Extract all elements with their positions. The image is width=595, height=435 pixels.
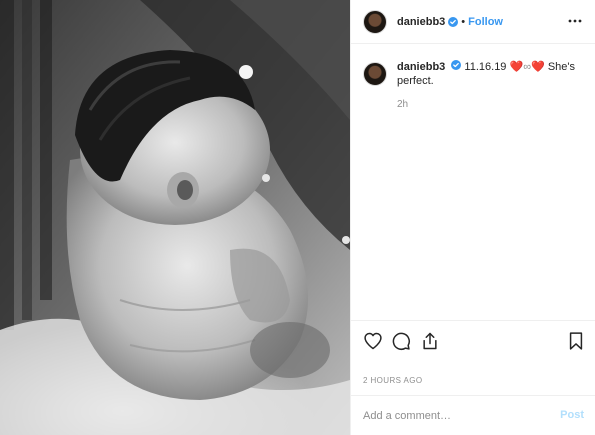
verified-badge-icon	[451, 60, 462, 70]
caption-avatar[interactable]	[363, 62, 387, 86]
instagram-post: daniebb3 • Follow daniebb3 11.16.19 ❤️∞❤…	[0, 0, 595, 435]
author-avatar[interactable]	[363, 9, 387, 34]
post-photo[interactable]	[0, 0, 350, 435]
comment-bubble-icon[interactable]	[391, 331, 411, 351]
author-username[interactable]: daniebb3	[397, 16, 445, 28]
comment-bar: Post	[351, 395, 595, 435]
heart-emoji: ❤️	[531, 61, 545, 73]
post-timestamp[interactable]: 2 HOURS AGO	[363, 376, 423, 385]
follow-button[interactable]: Follow	[468, 16, 503, 28]
post-header: daniebb3 • Follow	[351, 0, 595, 44]
caption-time-ago: 2h	[397, 99, 409, 110]
heart-emoji: ❤️	[509, 61, 524, 73]
post-actions	[351, 320, 595, 358]
comment-input[interactable]	[363, 409, 543, 422]
post-comment-button[interactable]: Post	[560, 409, 584, 421]
infinity-symbol: ∞	[523, 61, 532, 73]
post-details-pane: daniebb3 • Follow daniebb3 11.16.19 ❤️∞❤…	[350, 0, 595, 435]
heart-outline-icon[interactable]	[363, 331, 383, 351]
more-horizontal-icon[interactable]	[568, 14, 582, 28]
caption-username[interactable]: daniebb3	[397, 61, 445, 73]
post-caption: daniebb3 11.16.19 ❤️∞❤️ She's perfect. 2…	[363, 60, 585, 112]
share-upload-icon[interactable]	[420, 331, 440, 351]
header-separator: •	[461, 15, 466, 28]
newborn-photo-illustration	[0, 0, 350, 435]
verified-badge-icon	[448, 16, 459, 27]
bookmark-icon[interactable]	[566, 331, 586, 351]
caption-date: 11.16.19	[464, 61, 507, 73]
caption-body: daniebb3 11.16.19 ❤️∞❤️ She's perfect. 2…	[397, 60, 585, 112]
